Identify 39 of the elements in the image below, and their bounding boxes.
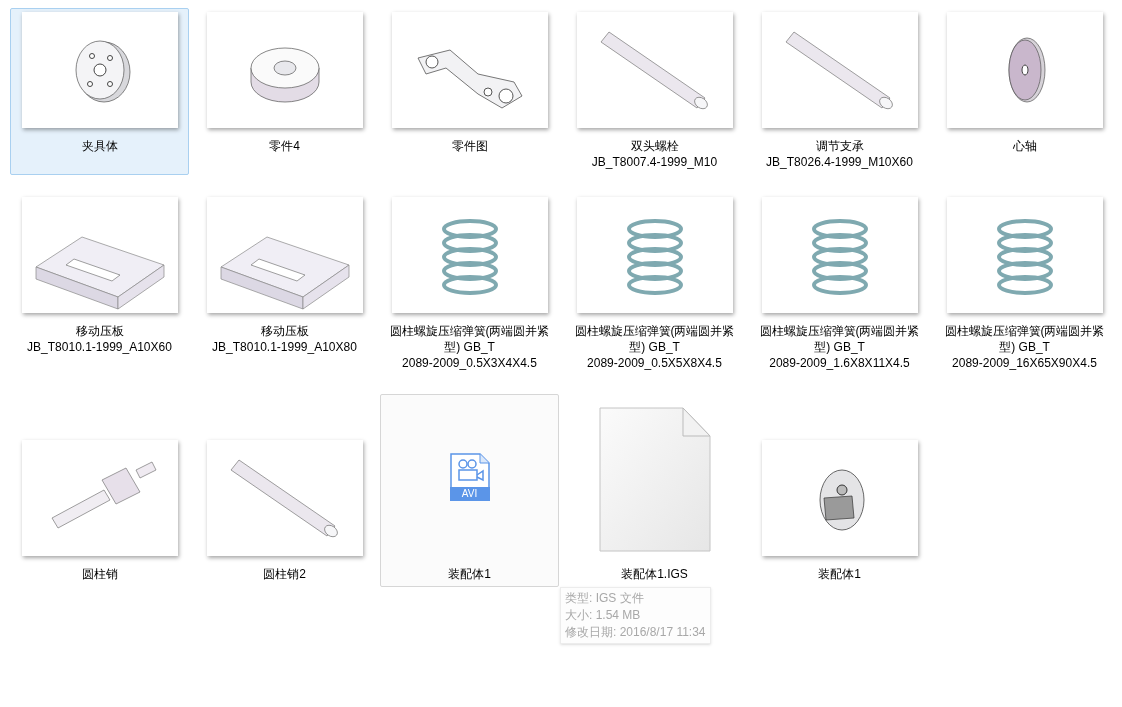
file-name: 调节支承 JB_T8026.4-1999_M10X60 (765, 138, 914, 170)
document-icon (596, 406, 713, 554)
file-name: 装配体1 (817, 566, 862, 582)
file-name: 圆柱螺旋压缩弹簧(两端圆并紧型) GB_T 2089-2009_16X65X90X4.5 (943, 323, 1106, 371)
file-item[interactable]: 圆柱螺旋压缩弹簧(两端圆并紧型) GB_T 2089-2009_0.5X3X4X4.5 (380, 193, 559, 376)
video-file-icon (449, 453, 490, 487)
file-item[interactable]: AVI 装配体1 (380, 394, 559, 587)
tooltip-line: 大小: 1.54 MB (565, 607, 642, 624)
file-name: 零件图 (450, 138, 489, 154)
file-name: 零件4 (268, 138, 301, 154)
file-name: 双头螺栓 JB_T8007.4-1999_M10 (590, 138, 719, 170)
file-name: 圆柱螺旋压缩弹簧(两端圆并紧型) GB_T 2089-2009_1.6X8X11X4.5 (758, 323, 921, 371)
file-name: 圆柱销2 (262, 566, 307, 582)
tooltip-line: 修改日期: 2016/8/17 11:34 (565, 624, 706, 641)
file-name: 移动压板 JB_T8010.1-1999_A10X60 (26, 323, 173, 355)
tooltip-line: 类型: IGS 文件 (565, 590, 645, 607)
file-item[interactable]: 零件4 (195, 8, 374, 175)
file-name: 心轴 (1011, 138, 1038, 154)
file-item[interactable]: 双头螺栓 JB_T8007.4-1999_M10 (565, 8, 744, 175)
file-item[interactable]: 圆柱销2 (195, 394, 374, 587)
file-item[interactable]: 圆柱销 (10, 394, 189, 587)
file-name: 圆柱螺旋压缩弹簧(两端圆并紧型) GB_T 2089-2009_0.5X3X4X4.5 (388, 323, 551, 371)
file-name: 圆柱销 (80, 566, 119, 582)
file-name: 圆柱螺旋压缩弹簧(两端圆并紧型) GB_T 2089-2009_0.5X5X8X4.5 (573, 323, 736, 371)
file-item[interactable]: 移动压板 JB_T8010.1-1999_A10X80 (195, 193, 374, 376)
file-type-label: AVI (449, 487, 490, 501)
file-item[interactable]: 夹具体 (10, 8, 189, 175)
file-item[interactable]: 装配体1 (750, 394, 929, 587)
file-item[interactable]: 圆柱螺旋压缩弹簧(两端圆并紧型) GB_T 2089-2009_1.6X8X11X4.5 (750, 193, 929, 376)
file-item[interactable]: 零件图 (380, 8, 559, 175)
file-item[interactable]: 心轴 (935, 8, 1114, 175)
file-item[interactable]: 圆柱螺旋压缩弹簧(两端圆并紧型) GB_T 2089-2009_0.5X5X8X4.5 (565, 193, 744, 376)
file-name: 装配体1 (447, 566, 492, 582)
file-name: 移动压板 JB_T8010.1-1999_A10X80 (211, 323, 358, 355)
file-item[interactable]: 圆柱螺旋压缩弹簧(两端圆并紧型) GB_T 2089-2009_16X65X90X4.5 (935, 193, 1114, 376)
file-name: 夹具体 (80, 138, 119, 154)
file-name: 装配体1.IGS (620, 566, 689, 582)
file-item[interactable]: 调节支承 JB_T8026.4-1999_M10X60 (750, 8, 929, 175)
file-item[interactable]: 移动压板 JB_T8010.1-1999_A10X60 (10, 193, 189, 376)
